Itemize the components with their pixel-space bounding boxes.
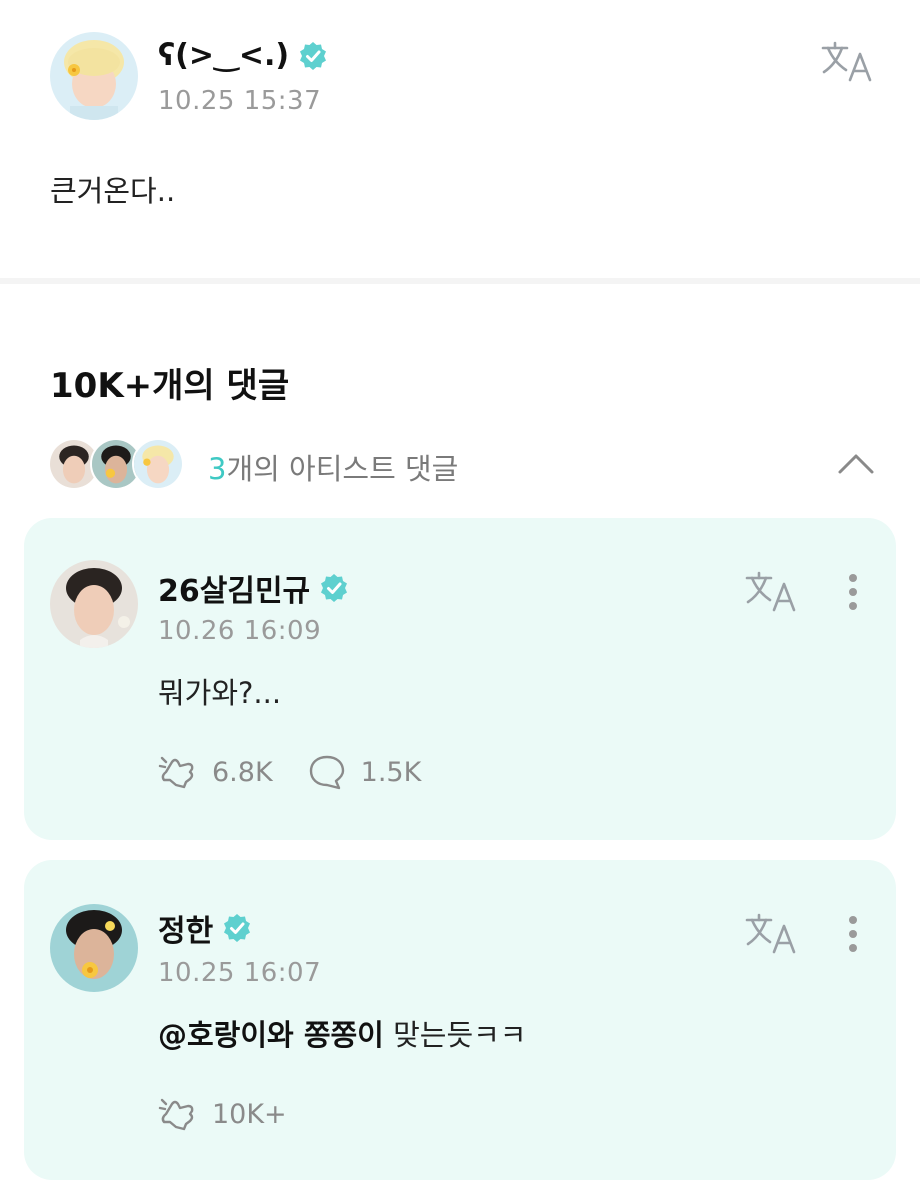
more-vertical-icon[interactable] bbox=[842, 912, 864, 956]
comment-author[interactable]: 정한 bbox=[158, 906, 253, 950]
post-author[interactable]: ʕ(>‿<.) bbox=[158, 38, 329, 73]
translate-icon[interactable] bbox=[744, 570, 798, 614]
translate-icon[interactable] bbox=[820, 40, 874, 84]
cheer-button[interactable]: 6.8K bbox=[158, 752, 273, 792]
translate-icon[interactable] bbox=[744, 912, 798, 956]
post-timestamp: 10.25 15:37 bbox=[158, 86, 322, 116]
cheer-icon bbox=[158, 752, 198, 792]
artist-comment-card: 26살김민규 10.26 16:09 뭐가와?... 6.8K 1.5K bbox=[24, 518, 896, 840]
comments-count-heading: 10K+개의 댓글 bbox=[50, 366, 290, 406]
comment-stats: 6.8K 1.5K bbox=[158, 752, 455, 792]
comment-body: 뭐가와?... bbox=[158, 676, 282, 710]
artist-comments-suffix: 개의 아티스트 댓글 bbox=[226, 452, 459, 486]
comment-author[interactable]: 26살김민규 bbox=[158, 566, 350, 610]
post-body: 큰거온다.. bbox=[50, 174, 176, 208]
more-vertical-icon[interactable] bbox=[842, 570, 864, 614]
comment-author-name[interactable]: 26살김민규 bbox=[158, 566, 310, 610]
comment-author-name[interactable]: 정한 bbox=[158, 906, 213, 950]
comment-text: 맞는듯ㅋㅋ bbox=[383, 1018, 527, 1052]
comment-bubble-icon bbox=[307, 752, 347, 792]
verified-badge-icon bbox=[221, 912, 253, 944]
artist-comment-card: 정한 10.25 16:07 @호랑이와 쫑쫑이 맞는듯ㅋㅋ 10K+ bbox=[24, 860, 896, 1180]
reply-count: 1.5K bbox=[360, 756, 422, 788]
verified-badge-icon bbox=[318, 572, 350, 604]
post-author-avatar[interactable] bbox=[50, 32, 138, 120]
cheer-count: 10K+ bbox=[212, 1098, 287, 1130]
section-divider bbox=[0, 278, 920, 284]
verified-badge-icon bbox=[297, 40, 329, 72]
mention-link[interactable]: @호랑이와 쫑쫑이 bbox=[158, 1018, 384, 1052]
cheer-count: 6.8K bbox=[212, 756, 273, 788]
chevron-up-icon[interactable] bbox=[834, 444, 878, 484]
artist-comments-label[interactable]: 3개의 아티스트 댓글 bbox=[208, 446, 458, 488]
post-author-name[interactable]: ʕ(>‿<.) bbox=[158, 38, 289, 73]
comment-body: @호랑이와 쫑쫑이 맞는듯ㅋㅋ bbox=[158, 1012, 526, 1054]
comment-timestamp: 10.26 16:09 bbox=[158, 616, 322, 646]
comment-author-avatar[interactable] bbox=[50, 904, 138, 992]
reply-button[interactable]: 1.5K bbox=[307, 752, 422, 792]
comment-author-avatar[interactable] bbox=[50, 560, 138, 648]
comment-timestamp: 10.25 16:07 bbox=[158, 958, 322, 988]
cheer-button[interactable]: 10K+ bbox=[158, 1094, 287, 1134]
artist-comments-toggle[interactable]: 3개의 아티스트 댓글 bbox=[48, 434, 878, 494]
artist-avatar bbox=[132, 438, 184, 490]
comment-stats: 10K+ bbox=[158, 1094, 321, 1134]
cheer-icon bbox=[158, 1094, 198, 1134]
artist-comments-count: 3 bbox=[208, 452, 227, 486]
